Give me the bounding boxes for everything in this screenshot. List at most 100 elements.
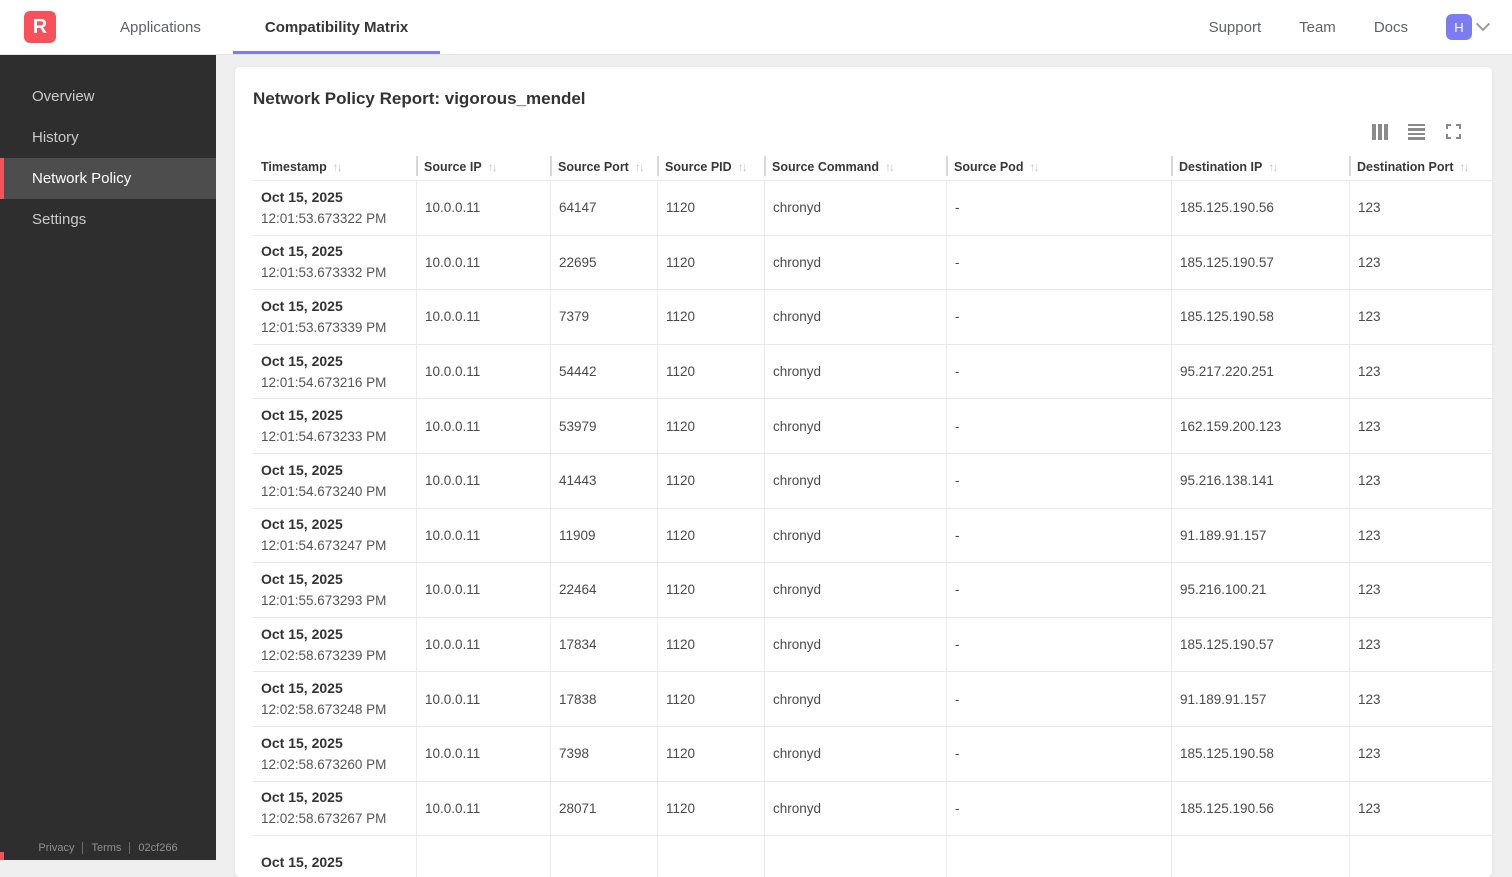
column-header-timestamp[interactable]: Timestamp↑↓: [253, 153, 416, 180]
timestamp-cell: Oct 15, 202512:01:53.673332 PM: [253, 236, 416, 290]
column-label: Source IP: [424, 160, 482, 174]
table-row: Oct 15, 202512:01:55.673293 PM10.0.0.112…: [253, 563, 1492, 618]
source-pod-cell: -: [946, 345, 1171, 399]
source-ip-cell: 10.0.0.11: [416, 181, 550, 235]
destination-port-cell: [1349, 836, 1492, 877]
sort-icon[interactable]: ↑↓: [1268, 160, 1276, 174]
source-command-cell: chronyd: [764, 454, 946, 508]
column-header-source-pid[interactable]: Source PID ↑↓: [657, 153, 764, 180]
sort-icon[interactable]: ↑↓: [333, 160, 341, 174]
privacy-link[interactable]: Privacy: [38, 842, 74, 854]
source-port-cell: 7398: [550, 727, 657, 781]
source-command-cell: chronyd: [764, 782, 946, 836]
destination-ip-cell: 185.125.190.56: [1171, 181, 1349, 235]
destination-ip-cell: [1171, 836, 1349, 877]
table-row: Oct 15, 202512:01:53.673332 PM10.0.0.112…: [253, 236, 1492, 291]
list-layout-icon[interactable]: [1408, 123, 1425, 140]
sort-icon[interactable]: ↑↓: [1029, 160, 1037, 174]
timestamp-cell: Oct 15, 202512:02:58.673239 PM: [253, 618, 416, 672]
source-pod-cell: -: [946, 290, 1171, 344]
column-header-destination-port[interactable]: Destination Port↑↓: [1349, 153, 1492, 180]
destination-ip-cell: 185.125.190.57: [1171, 236, 1349, 290]
table-row: Oct 15, 202512:01:54.673216 PM10.0.0.115…: [253, 345, 1492, 400]
destination-ip-cell: 185.125.190.58: [1171, 727, 1349, 781]
destination-port-cell: 123: [1349, 672, 1492, 726]
column-divider: [764, 156, 766, 176]
sort-icon[interactable]: ↑↓: [738, 160, 746, 174]
sidebar-item-history[interactable]: History: [0, 117, 216, 158]
source-pod-cell: -: [946, 454, 1171, 508]
column-header-source-command[interactable]: Source Command↑↓: [764, 153, 946, 180]
table-row: Oct 15, 202512:02:58.673248 PM10.0.0.111…: [253, 672, 1492, 727]
source-command-cell: chronyd: [764, 672, 946, 726]
source-pod-cell: -: [946, 509, 1171, 563]
footer-divider: [82, 842, 83, 854]
column-layout-icon[interactable]: [1371, 123, 1388, 140]
source-command-cell: chronyd: [764, 509, 946, 563]
column-divider: [1171, 156, 1173, 176]
fullscreen-glyph: [1446, 124, 1461, 139]
timestamp-cell: Oct 15, 202512:01:53.673339 PM: [253, 290, 416, 344]
table-row: Oct 15, 202512:01:54.673233 PM10.0.0.115…: [253, 399, 1492, 454]
nav-tab-applications[interactable]: Applications: [88, 0, 233, 54]
table-row: Oct 15, 202512:02:58.673239 PM10.0.0.111…: [253, 618, 1492, 673]
nav-link-docs[interactable]: Docs: [1374, 19, 1408, 36]
source-ip-cell: 10.0.0.11: [416, 399, 550, 453]
source-ip-cell: 10.0.0.11: [416, 236, 550, 290]
source-port-cell: 28071: [550, 782, 657, 836]
chevron-down-icon: [1476, 17, 1490, 31]
sidebar: OverviewHistoryNetwork PolicySettings Pr…: [0, 55, 216, 860]
main-area: Network Policy Report: vigorous_mendel T…: [216, 55, 1512, 860]
source-ip-cell: 10.0.0.11: [416, 290, 550, 344]
source-pod-cell: -: [946, 618, 1171, 672]
source-pid-cell: 1120: [657, 727, 764, 781]
source-pid-cell: 1120: [657, 454, 764, 508]
user-menu[interactable]: H: [1446, 14, 1488, 40]
source-port-cell: 11909: [550, 509, 657, 563]
app-logo[interactable]: R: [24, 11, 56, 43]
table-row: Oct 15, 202512:01:53.673339 PM10.0.0.117…: [253, 290, 1492, 345]
sort-icon[interactable]: ↑↓: [488, 160, 496, 174]
column-label: Source Port: [558, 160, 629, 174]
source-command-cell: chronyd: [764, 563, 946, 617]
destination-ip-cell: 91.189.91.157: [1171, 509, 1349, 563]
source-pid-cell: 1120: [657, 672, 764, 726]
timestamp-cell: Oct 15, 202512:01:55.673293 PM: [253, 563, 416, 617]
source-ip-cell: 10.0.0.11: [416, 672, 550, 726]
nav-link-team[interactable]: Team: [1299, 19, 1336, 36]
network-policy-table: Timestamp↑↓Source IP↑↓Source Port↑↓Sourc…: [253, 153, 1492, 877]
column-label: Source PID: [665, 160, 732, 174]
nav-tab-compatibility-matrix[interactable]: Compatibility Matrix: [233, 0, 440, 54]
sidebar-item-overview[interactable]: Overview: [0, 76, 216, 117]
view-toolbar: [235, 123, 1462, 141]
column-header-source-port[interactable]: Source Port ↑↓: [550, 153, 657, 180]
source-pid-cell: [657, 836, 764, 877]
destination-port-cell: 123: [1349, 454, 1492, 508]
source-pid-cell: 1120: [657, 181, 764, 235]
timestamp-cell: Oct 15, 2025: [253, 836, 416, 877]
nav-link-support[interactable]: Support: [1209, 19, 1262, 36]
column-label: Source Pod: [954, 160, 1023, 174]
column-header-source-pod[interactable]: Source Pod ↑↓: [946, 153, 1171, 180]
column-header-source-ip[interactable]: Source IP ↑↓: [416, 153, 550, 180]
sidebar-item-settings[interactable]: Settings: [0, 199, 216, 240]
timestamp-cell: Oct 15, 202512:01:54.673247 PM: [253, 509, 416, 563]
column-divider: [946, 156, 948, 176]
timestamp-cell: Oct 15, 202512:01:54.673233 PM: [253, 399, 416, 453]
source-pid-cell: 1120: [657, 509, 764, 563]
terms-link[interactable]: Terms: [91, 842, 121, 854]
sort-icon[interactable]: ↑↓: [885, 160, 893, 174]
sort-icon[interactable]: ↑↓: [635, 160, 643, 174]
destination-ip-cell: 95.216.100.21: [1171, 563, 1349, 617]
page-title: Network Policy Report: vigorous_mendel: [235, 67, 1492, 109]
source-port-cell: 54442: [550, 345, 657, 399]
fullscreen-icon[interactable]: [1445, 123, 1462, 140]
report-card: Network Policy Report: vigorous_mendel T…: [235, 67, 1492, 877]
sidebar-item-network-policy[interactable]: Network Policy: [0, 158, 216, 199]
source-pod-cell: -: [946, 782, 1171, 836]
timestamp-cell: Oct 15, 202512:01:54.673216 PM: [253, 345, 416, 399]
sidebar-footer: Privacy Terms 02cf266: [0, 842, 216, 854]
avatar[interactable]: H: [1446, 14, 1472, 40]
column-header-destination-ip[interactable]: Destination IP↑↓: [1171, 153, 1349, 180]
sort-icon[interactable]: ↑↓: [1460, 160, 1468, 174]
